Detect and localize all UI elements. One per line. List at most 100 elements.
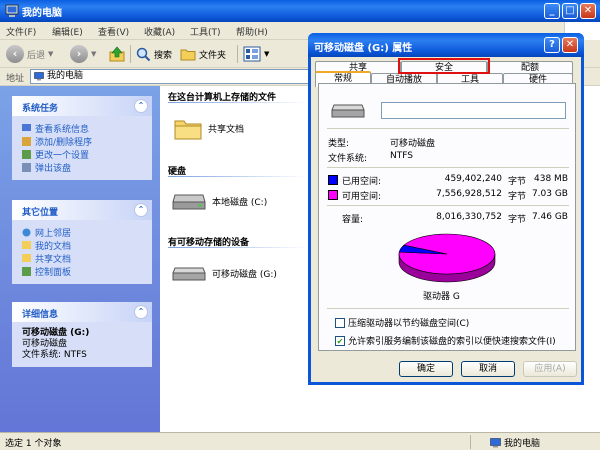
details-name: 可移动磁盘 (G:): [22, 328, 90, 338]
views-icon: [243, 46, 261, 62]
divider: [327, 205, 569, 206]
type-row: 类型: 可移动磁盘: [328, 139, 436, 149]
address-label: 地址: [6, 74, 25, 84]
up-button[interactable]: [108, 43, 126, 65]
my-computer-icon: [5, 4, 19, 17]
item-local-disk-c[interactable]: 本地磁盘 (C:): [172, 190, 267, 212]
status-bar: 选定 1 个对象 我的电脑: [0, 432, 600, 450]
forward-button[interactable]: › ▼: [70, 43, 96, 65]
collapse-chevron-icon[interactable]: ⌃: [134, 99, 148, 113]
programs-icon: [22, 137, 31, 146]
my-computer-icon: [34, 72, 44, 81]
task-add-remove-programs[interactable]: 添加/删除程序: [22, 135, 146, 148]
divider: [327, 308, 569, 309]
volume-name-input[interactable]: [381, 102, 566, 119]
status-divider: [470, 435, 471, 449]
task-change-setting[interactable]: 更改一个设置: [22, 148, 146, 161]
dialog-close-button[interactable]: ✕: [562, 37, 578, 53]
toolbar-separator: [237, 45, 238, 63]
search-icon: [136, 47, 151, 62]
other-places-header[interactable]: 其它位置 ⌃: [12, 200, 152, 220]
forward-arrow-icon: ›: [70, 45, 88, 63]
place-shared-documents[interactable]: 共享文档: [22, 252, 146, 265]
system-tasks-header[interactable]: 系统任务 ⌃: [12, 96, 152, 116]
documents-folder-icon: [22, 241, 31, 249]
menu-file[interactable]: 文件(F): [6, 25, 36, 38]
used-space-swatch: [328, 175, 338, 185]
group-divider: [168, 176, 308, 177]
group-divider: [168, 247, 308, 248]
dialog-title-bar[interactable]: 可移动磁盘 (G:) 属性 ? ✕: [308, 33, 584, 57]
close-button[interactable]: ✕: [580, 3, 596, 19]
general-tab-panel: 类型: 可移动磁盘 文件系统: NTFS 已用空间: 459,402,240 字…: [318, 83, 576, 351]
info-icon: [22, 124, 31, 131]
help-button[interactable]: ?: [544, 37, 560, 53]
details-panel: 详细信息 ⌃ 可移动磁盘 (G:) 可移动磁盘 文件系统: NTFS: [12, 302, 152, 367]
my-computer-icon: [490, 437, 501, 447]
dialog-title: 可移动磁盘 (G:) 属性: [314, 43, 413, 54]
properties-dialog: 可移动磁盘 (G:) 属性 ? ✕ 共享 安全 配额 常规 自动播放 工具 硬件…: [308, 33, 584, 385]
checkbox-checked[interactable]: ✔: [335, 335, 345, 346]
free-space-row: 可用空间: 7,556,928,512 字节 7.03 GB: [328, 189, 568, 202]
index-drive-checkbox[interactable]: ✔ 允许索引服务编制该磁盘的索引以便快速搜索文件(I): [335, 334, 556, 347]
search-button[interactable]: 搜索: [135, 43, 172, 65]
minimize-button[interactable]: _: [544, 3, 560, 19]
back-label: 后退: [27, 50, 46, 61]
folder-icon: [174, 120, 202, 140]
filesystem-row: 文件系统: NTFS: [328, 151, 413, 164]
disk-usage-pie: [398, 233, 496, 283]
removable-drive-icon: [172, 267, 206, 281]
used-space-row: 已用空间: 459,402,240 字节 438 MB: [328, 174, 568, 187]
status-location: 我的电脑: [490, 436, 540, 449]
maximize-button[interactable]: □: [562, 3, 578, 19]
search-label: 搜索: [154, 50, 173, 61]
other-places-panel: 其它位置 ⌃ 网上邻居 我的文档 共享文档 控制面板: [12, 200, 152, 284]
task-pane: 系统任务 ⌃ 查看系统信息 添加/删除程序 更改一个设置 弹出该盘 其它位置 ⌃: [0, 86, 160, 432]
compress-drive-checkbox[interactable]: 压缩驱动器以节约磁盘空间(C): [335, 316, 469, 329]
address-input[interactable]: 我的电脑: [30, 69, 310, 84]
group-divider: [168, 102, 308, 103]
address-value: 我的电脑: [47, 71, 84, 81]
network-icon: [22, 228, 31, 237]
menu-favorites[interactable]: 收藏(A): [144, 25, 175, 38]
item-shared-documents[interactable]: 共享文档: [174, 116, 244, 140]
menu-view[interactable]: 查看(V): [98, 25, 129, 38]
folders-label: 文件夹: [199, 50, 227, 61]
menu-tools[interactable]: 工具(T): [190, 25, 221, 38]
apply-button[interactable]: 应用(A): [523, 361, 577, 377]
checkbox-unchecked[interactable]: [335, 317, 345, 328]
ok-button[interactable]: 确定: [399, 361, 453, 377]
free-space-swatch: [328, 190, 338, 200]
drive-label: 驱动器 G: [423, 292, 460, 302]
details-type: 可移动磁盘: [22, 339, 68, 349]
eject-icon: [22, 163, 31, 172]
task-eject-disk[interactable]: 弹出该盘: [22, 161, 146, 174]
back-button[interactable]: ‹ 后退 ▼: [6, 43, 53, 65]
shared-folder-icon: [22, 254, 31, 262]
folders-button[interactable]: 文件夹: [180, 43, 226, 65]
back-arrow-icon: ‹: [6, 45, 24, 63]
status-selection: 选定 1 个对象: [5, 439, 62, 449]
views-button[interactable]: ▼: [243, 43, 269, 65]
window-title: 我的电脑: [22, 8, 62, 19]
place-my-documents[interactable]: 我的文档: [22, 239, 146, 252]
details-filesystem: 文件系统: NTFS: [22, 350, 87, 360]
details-header[interactable]: 详细信息 ⌃: [12, 302, 152, 322]
menu-edit[interactable]: 编辑(E): [52, 25, 83, 38]
cancel-button[interactable]: 取消: [461, 361, 515, 377]
task-view-system-info[interactable]: 查看系统信息: [22, 122, 146, 135]
hard-drive-icon: [172, 194, 206, 210]
divider: [327, 128, 569, 129]
place-control-panel[interactable]: 控制面板: [22, 265, 146, 278]
item-removable-disk-g[interactable]: 可移动磁盘 (G:): [172, 262, 277, 284]
place-network[interactable]: 网上邻居: [22, 226, 146, 239]
collapse-chevron-icon[interactable]: ⌃: [134, 203, 148, 217]
explorer-title-bar[interactable]: 我的电脑 _ □ ✕: [0, 0, 600, 22]
up-folder-icon: [109, 46, 125, 62]
dropdown-arrow-icon: ▼: [91, 50, 97, 58]
collapse-chevron-icon[interactable]: ⌃: [134, 305, 148, 319]
highlight-security-tab: [398, 58, 490, 74]
menu-help[interactable]: 帮助(H): [236, 25, 268, 38]
removable-drive-icon: [331, 104, 365, 118]
folder-icon: [180, 49, 196, 61]
